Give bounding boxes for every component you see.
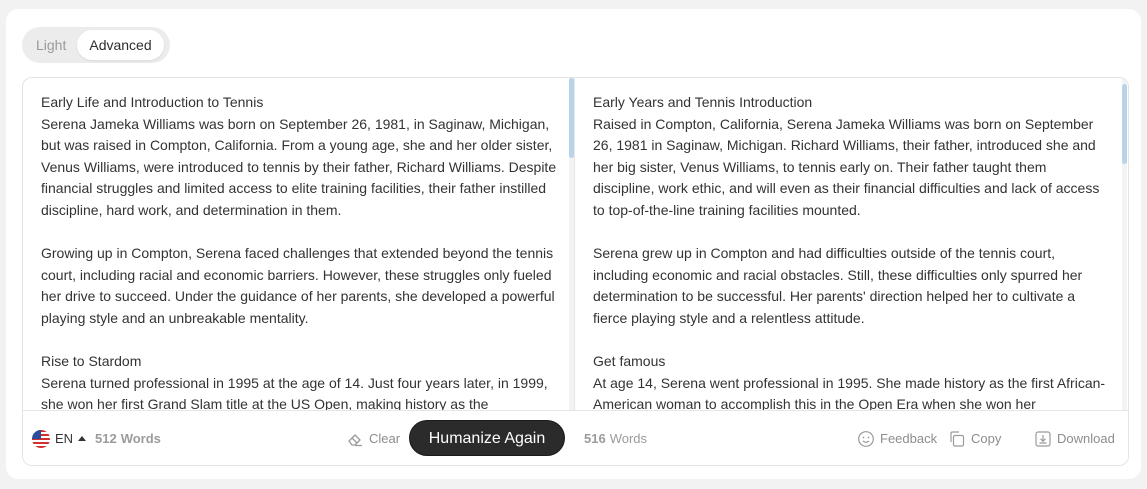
copy-button[interactable]: Copy [948, 411, 1002, 465]
output-word-count-value: 516 [584, 431, 606, 446]
eraser-icon [348, 433, 362, 446]
copy-icon [950, 430, 965, 447]
us-flag-icon [32, 429, 50, 448]
mode-toggle: Light Advanced [22, 27, 170, 63]
input-word-count: 512 Words [95, 411, 161, 465]
input-paragraph-text: Growing up in Compton, Serena faced chal… [41, 245, 555, 326]
language-label: EN [55, 431, 74, 446]
input-word-count-label: Words [120, 431, 161, 446]
caret-up-icon [78, 436, 87, 441]
output-paragraph-text: Raised in Compton, California, Serena Ja… [593, 115, 1100, 218]
humanize-again-button[interactable]: Humanize Again [409, 420, 565, 456]
output-scrollbar-thumb[interactable] [1122, 84, 1127, 164]
input-paragraph-title: Early Life and Introduction to Tennis [41, 94, 264, 110]
input-paragraph: Early Life and Introduction to Tennis Se… [41, 92, 557, 222]
input-paragraph: Rise to Stardom Serena turned profession… [41, 351, 557, 410]
download-icon [1035, 430, 1051, 447]
output-paragraph-title: Early Years and Tennis Introduction [593, 94, 813, 110]
output-word-count: 516 Words [584, 411, 648, 465]
editor-footer: EN 512 Words Clear Humanize Again 516 Wo… [23, 410, 1128, 465]
feedback-label: Feedback [880, 431, 938, 446]
input-paragraph: Growing up in Compton, Serena faced chal… [41, 243, 557, 329]
output-paragraph: Get famous At age 14, Serena went profes… [593, 351, 1108, 410]
mode-option-advanced[interactable]: Advanced [77, 30, 164, 60]
input-text-area[interactable]: Early Life and Introduction to Tennis Se… [23, 78, 575, 410]
language-selector[interactable]: EN [32, 411, 87, 465]
input-paragraph-text: Serena Jameka Williams was born on Septe… [41, 115, 557, 218]
output-paragraph-text: Serena grew up in Compton and had diffic… [593, 245, 1083, 326]
download-label: Download [1057, 431, 1115, 446]
input-word-count-value: 512 [95, 431, 117, 446]
input-paragraph-text: Serena turned professional in 1995 at th… [41, 374, 548, 410]
clear-button[interactable]: Clear [346, 411, 401, 465]
download-button[interactable]: Download [1034, 411, 1115, 465]
output-paragraph-text: At age 14, Serena went professional in 1… [593, 374, 1106, 410]
pane-divider [574, 78, 575, 465]
output-paragraph: Early Years and Tennis Introduction Rais… [593, 92, 1108, 222]
feedback-button[interactable]: Feedback [857, 411, 938, 465]
editor-panel: Early Life and Introduction to Tennis Se… [22, 77, 1129, 466]
mode-option-light[interactable]: Light [25, 30, 77, 60]
smiley-feedback-icon [858, 430, 874, 447]
input-paragraph-title: Rise to Stardom [41, 353, 142, 370]
output-word-count-label: Words [609, 431, 648, 446]
output-paragraph: Serena grew up in Compton and had diffic… [593, 243, 1108, 329]
copy-label: Copy [971, 431, 1002, 446]
clear-label: Clear [369, 431, 401, 446]
output-scrollbar[interactable] [1122, 78, 1127, 410]
output-paragraph-title: Get famous [593, 353, 666, 370]
output-text-area[interactable]: Early Years and Tennis Introduction Rais… [575, 78, 1128, 410]
